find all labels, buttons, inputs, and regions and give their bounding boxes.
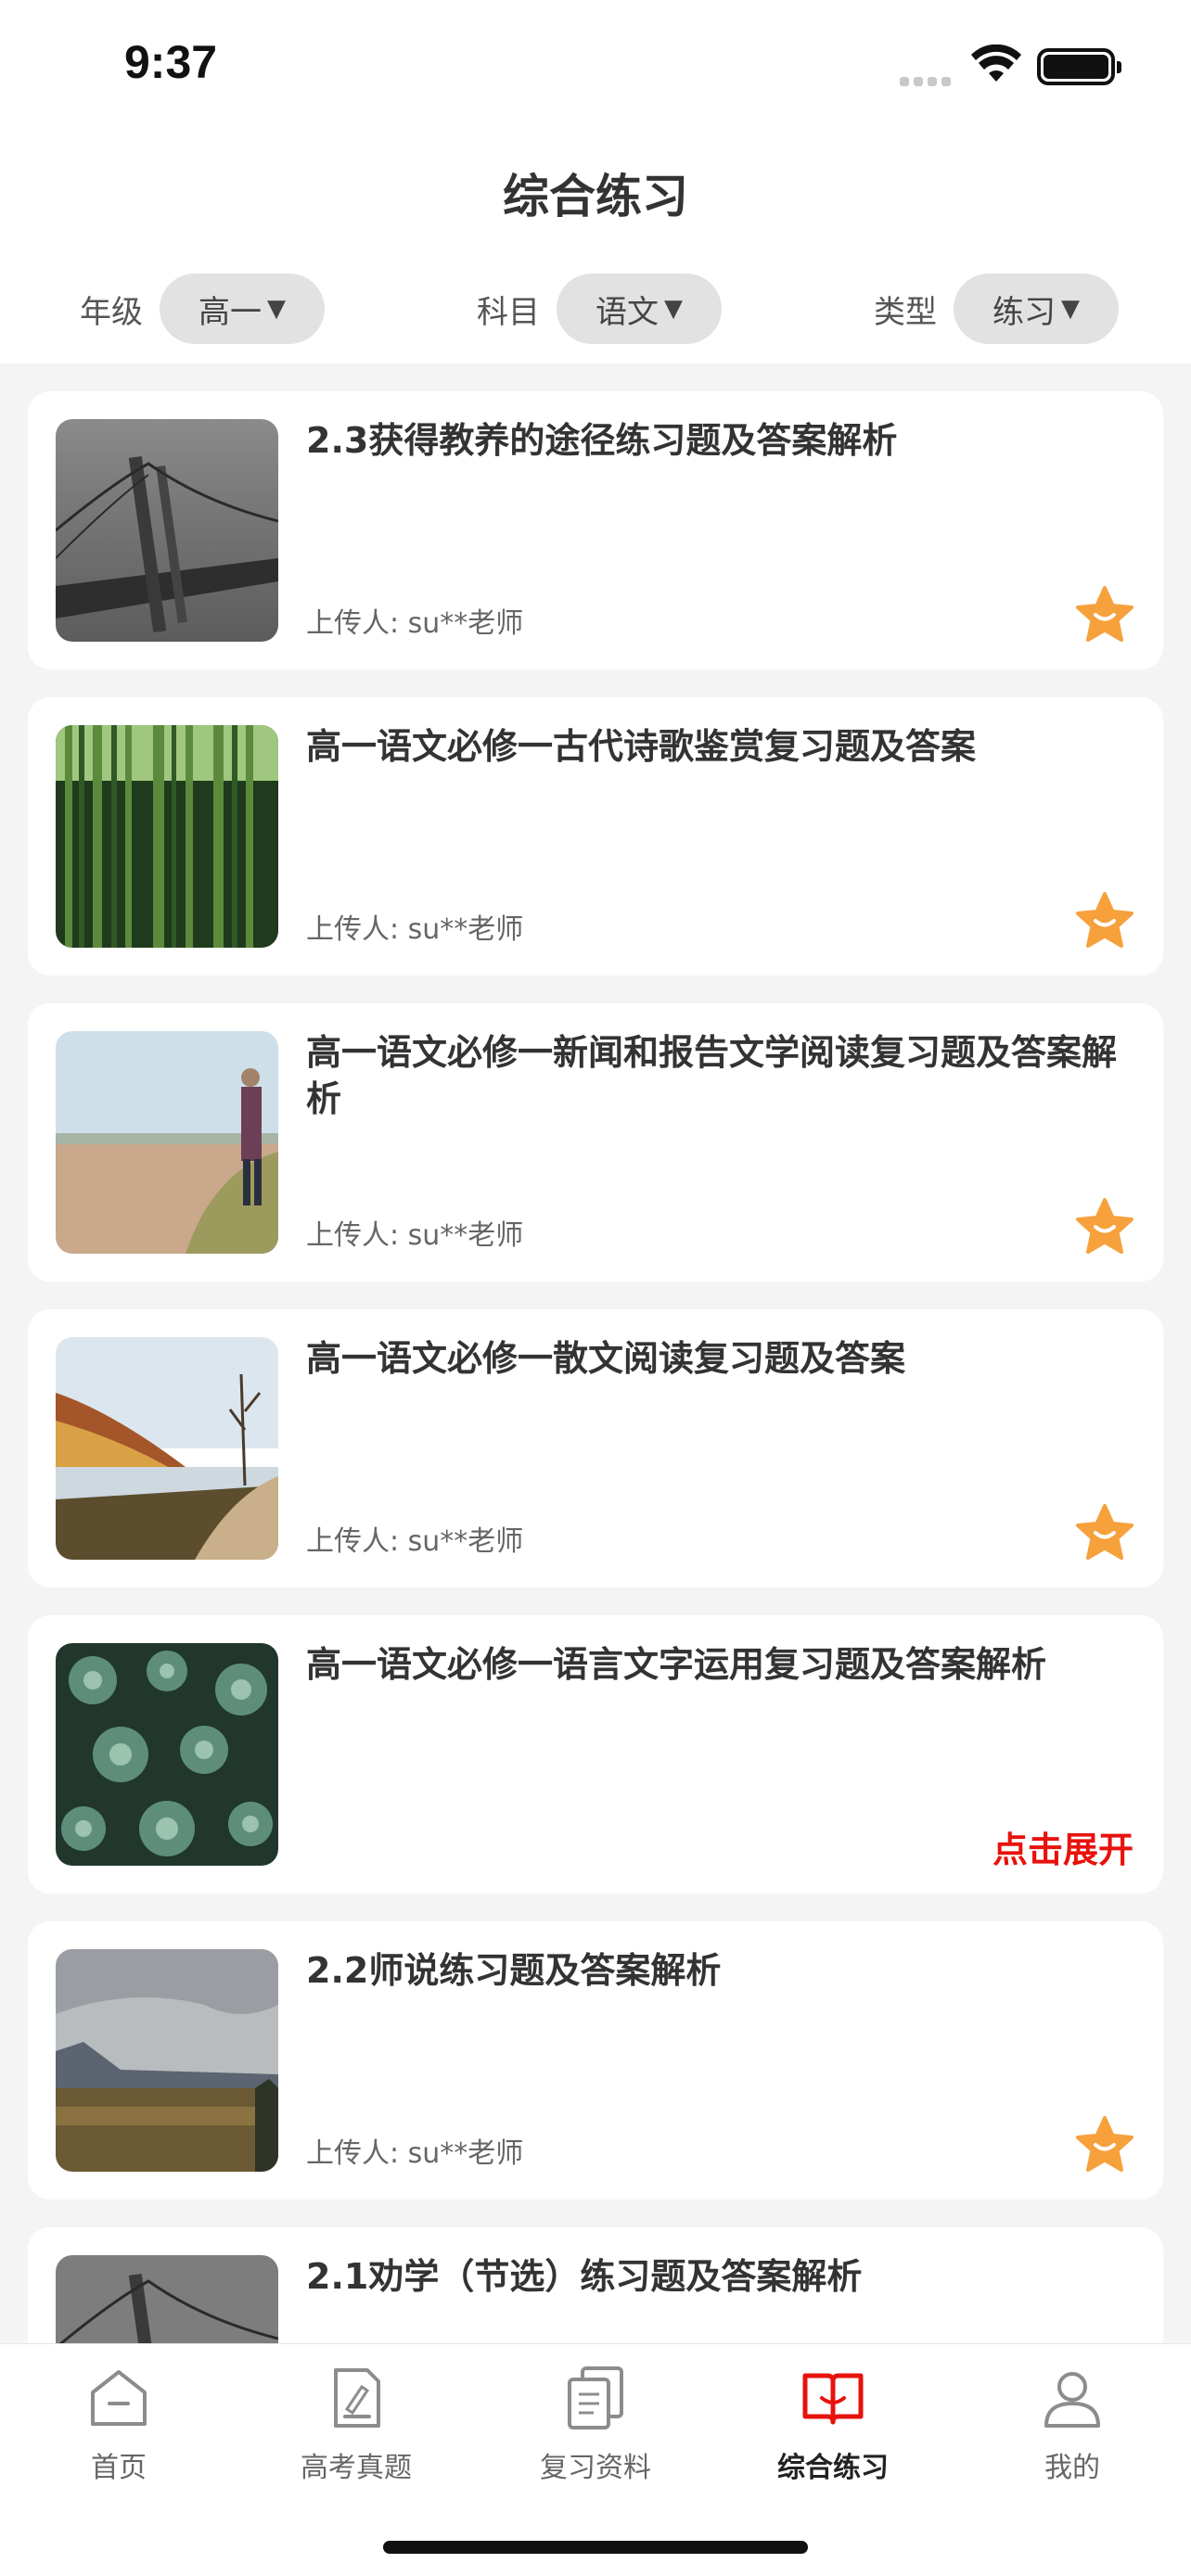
tab-mine[interactable]: 我的 xyxy=(954,2365,1191,2485)
tab-exams[interactable]: 高考真题 xyxy=(237,2365,475,2485)
list-item[interactable]: 2.1劝学（节选）练习题及答案解析 xyxy=(28,2227,1163,2343)
item-thumbnail xyxy=(56,1949,278,2172)
favorite-star-icon[interactable] xyxy=(1074,584,1135,645)
item-title: 高一语文必修一新闻和报告文学阅读复习题及答案解析 xyxy=(306,1032,1118,1119)
page-title: 综合练习 xyxy=(503,170,688,223)
filter-grade-dropdown[interactable]: 高一 ▼ xyxy=(160,274,325,344)
item-title: 高一语文必修一古代诗歌鉴赏复习题及答案 xyxy=(306,726,977,767)
item-thumbnail xyxy=(56,1337,278,1560)
item-thumbnail xyxy=(56,725,278,948)
battery-icon xyxy=(1037,48,1121,85)
item-title: 2.2师说练习题及答案解析 xyxy=(306,1950,722,1991)
filter-type-label: 类型 xyxy=(874,293,937,331)
top-area: 9:37 综合练习 年级 高一 ▼ 科目 语文 ▼ 类型 练习 ▼ xyxy=(0,0,1191,363)
home-indicator[interactable] xyxy=(383,2541,808,2554)
status-bar: 9:37 xyxy=(0,0,1191,130)
filter-subject-label: 科目 xyxy=(477,293,540,331)
list-item[interactable]: 高一语文必修一新闻和报告文学阅读复习题及答案解析 上传人: su**老师 xyxy=(28,1003,1163,1282)
filter-subject-value: 语文 xyxy=(596,293,659,331)
favorite-star-icon[interactable] xyxy=(1074,2114,1135,2175)
item-uploader: 上传人: su**老师 xyxy=(306,607,524,640)
tab-label: 我的 xyxy=(1044,2452,1100,2484)
favorite-star-icon[interactable] xyxy=(1074,890,1135,951)
list-item[interactable]: 2.3获得教养的途径练习题及答案解析 上传人: su**老师 xyxy=(28,391,1163,670)
home-icon xyxy=(91,2370,147,2426)
dropdown-arrow-icon: ▼ xyxy=(1061,295,1080,323)
item-thumbnail xyxy=(56,2255,278,2343)
item-title: 2.3获得教养的途径练习题及答案解析 xyxy=(306,420,898,461)
tab-review-materials[interactable]: 复习资料 xyxy=(477,2365,714,2485)
item-uploader: 上传人: su**老师 xyxy=(306,1525,524,1558)
documents-icon xyxy=(568,2366,623,2429)
item-uploader: 上传人: su**老师 xyxy=(306,913,524,946)
status-time: 9:37 xyxy=(124,36,218,88)
filter-type-value: 练习 xyxy=(992,293,1056,331)
filter-subject-dropdown[interactable]: 语文 ▼ xyxy=(557,274,722,344)
item-thumbnail xyxy=(56,419,278,642)
filter-grade-value: 高一 xyxy=(198,293,262,331)
dropdown-arrow-icon: ▼ xyxy=(664,295,683,323)
tab-label: 综合练习 xyxy=(777,2452,889,2484)
tab-label: 首页 xyxy=(91,2452,147,2484)
list-item[interactable]: 高一语文必修一古代诗歌鉴赏复习题及答案 上传人: su**老师 xyxy=(28,697,1163,976)
item-title: 高一语文必修一散文阅读复习题及答案 xyxy=(306,1338,906,1379)
tab-home[interactable]: 首页 xyxy=(0,2365,237,2485)
exam-paper-icon xyxy=(334,2368,380,2428)
wifi-icon xyxy=(971,45,1021,82)
person-icon xyxy=(1044,2372,1100,2428)
item-title: 2.1劝学（节选）练习题及答案解析 xyxy=(306,2256,863,2297)
filter-bar: 年级 高一 ▼ 科目 语文 ▼ 类型 练习 ▼ xyxy=(0,274,1191,344)
favorite-star-icon[interactable] xyxy=(1074,1502,1135,1563)
tab-practice[interactable]: 综合练习 xyxy=(714,2365,952,2485)
expand-button[interactable]: 点击展开 xyxy=(992,1821,1133,1872)
list-item[interactable]: 高一语文必修一语言文字运用复习题及答案解析 点击展开 xyxy=(28,1615,1163,1894)
favorite-star-icon[interactable] xyxy=(1074,1196,1135,1257)
item-uploader: 上传人: su**老师 xyxy=(306,1219,524,1252)
item-title: 高一语文必修一语言文字运用复习题及答案解析 xyxy=(306,1644,1047,1685)
item-thumbnail xyxy=(56,1643,278,1866)
list-item[interactable]: 2.2师说练习题及答案解析 上传人: su**老师 xyxy=(28,1921,1163,2200)
dropdown-arrow-icon: ▼ xyxy=(267,295,286,323)
filter-subject: 科目 语文 ▼ xyxy=(477,274,722,344)
filter-type-dropdown[interactable]: 练习 ▼ xyxy=(954,274,1119,344)
cellular-signal-icon xyxy=(900,72,955,90)
filter-type: 类型 练习 ▼ xyxy=(874,274,1119,344)
filter-grade-label: 年级 xyxy=(80,293,143,331)
open-book-icon xyxy=(802,2373,864,2425)
exercise-list[interactable]: 2.3获得教养的途径练习题及答案解析 上传人: su**老师 高一语文必修一古代… xyxy=(0,363,1191,2343)
tab-label: 复习资料 xyxy=(540,2452,651,2484)
tab-label: 高考真题 xyxy=(301,2452,412,2484)
item-thumbnail xyxy=(56,1031,278,1254)
filter-grade: 年级 高一 ▼ xyxy=(80,274,325,344)
item-uploader: 上传人: su**老师 xyxy=(306,2137,524,2170)
list-item[interactable]: 高一语文必修一散文阅读复习题及答案 上传人: su**老师 xyxy=(28,1309,1163,1588)
